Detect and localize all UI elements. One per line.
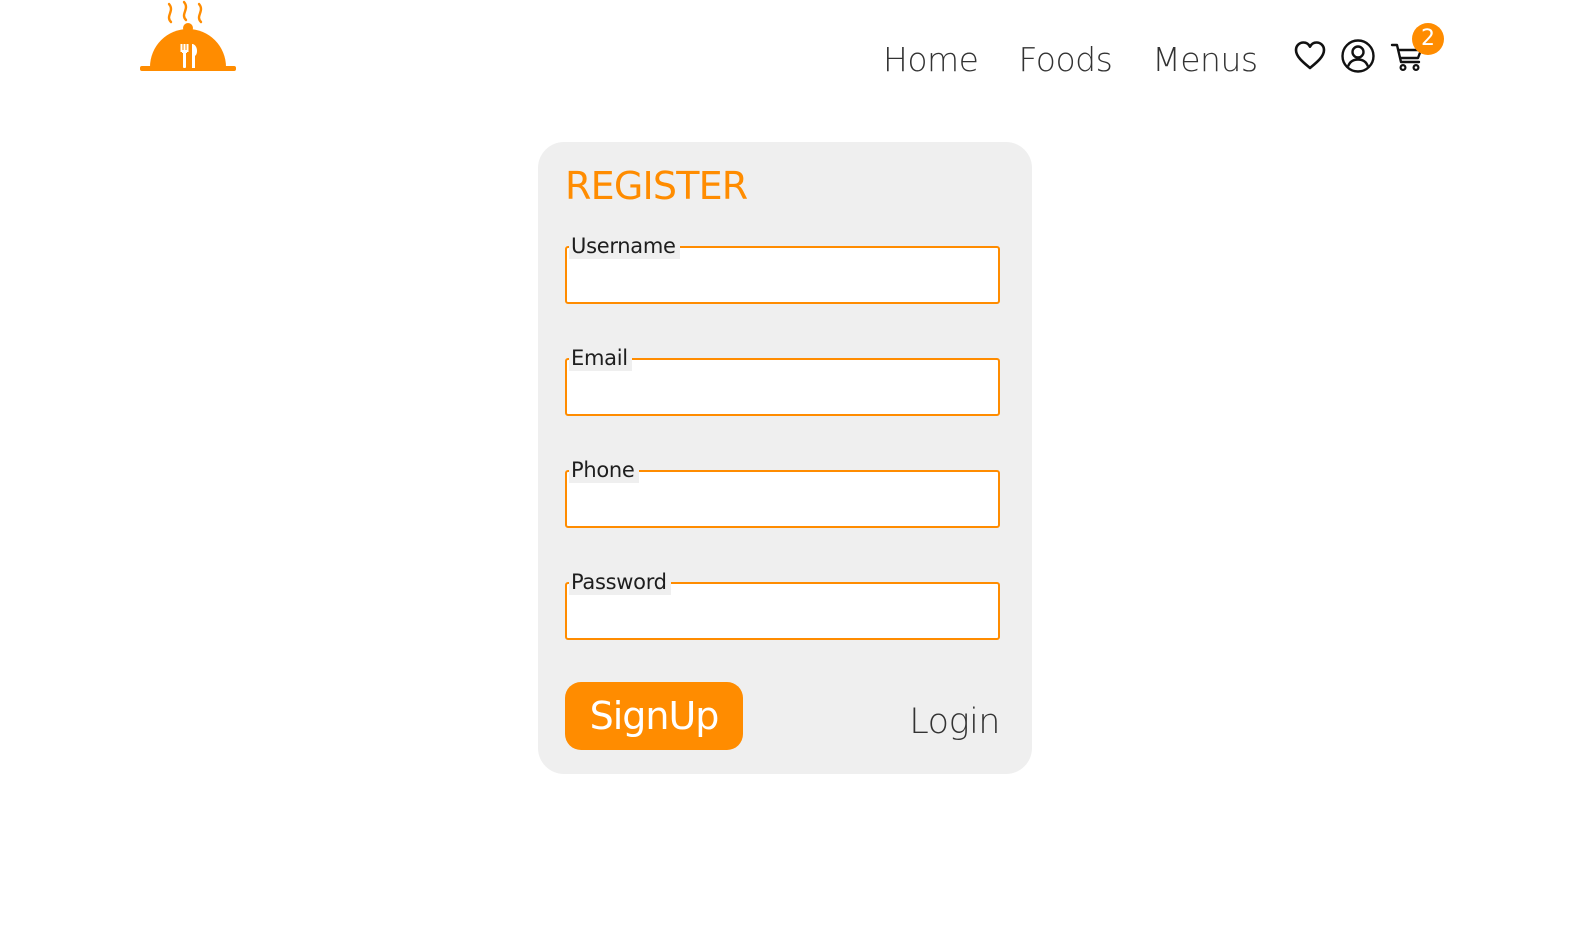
register-card: REGISTER Username Email Phone Password S… xyxy=(538,142,1032,774)
phone-field: Phone xyxy=(565,457,1000,528)
nav-foods[interactable]: Foods xyxy=(1018,38,1112,82)
email-label: Email xyxy=(569,345,632,371)
phone-label: Phone xyxy=(569,457,639,483)
signup-button[interactable]: SignUp xyxy=(565,682,743,750)
heart-icon[interactable] xyxy=(1292,38,1328,74)
login-link[interactable]: Login xyxy=(909,702,1000,742)
username-field: Username xyxy=(565,233,1000,304)
cart-count-badge: 2 xyxy=(1412,23,1444,55)
nav-menus[interactable]: Menus xyxy=(1152,38,1258,82)
nav-home[interactable]: Home xyxy=(883,38,979,82)
site-header: Home Foods Menus 2 xyxy=(0,0,1584,100)
food-cloche-logo[interactable] xyxy=(138,0,238,74)
email-field: Email xyxy=(565,345,1000,416)
user-circle-icon[interactable] xyxy=(1340,38,1376,74)
main-nav: Home Foods Menus xyxy=(883,38,1258,82)
password-field: Password xyxy=(565,569,1000,640)
register-title: REGISTER xyxy=(565,164,748,208)
password-label: Password xyxy=(569,569,671,595)
username-label: Username xyxy=(569,233,680,259)
